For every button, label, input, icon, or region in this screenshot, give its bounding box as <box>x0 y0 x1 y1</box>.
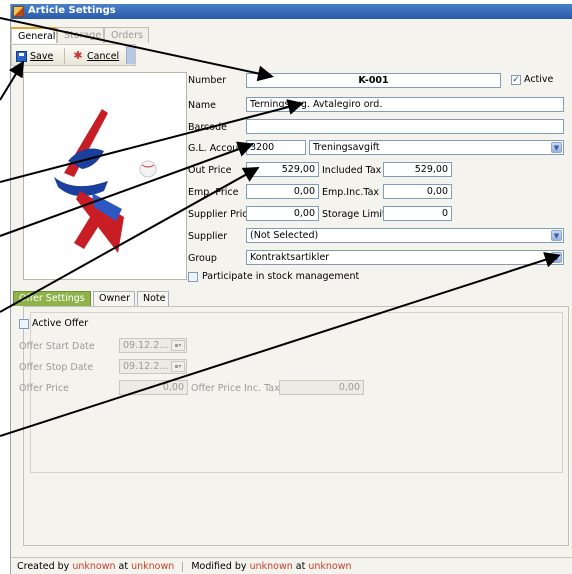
status-separator <box>182 561 184 572</box>
offer-price-inc-tax-label: Offer Price Inc. Tax <box>191 383 280 394</box>
offer-price-label: Offer Price <box>19 383 69 394</box>
tab-owner[interactable]: Owner <box>93 291 135 306</box>
group-select[interactable]: Kontraktsartikler ▼ <box>246 250 564 265</box>
included-tax-input[interactable]: 529,00 <box>383 162 452 177</box>
active-offer-label: Active Offer <box>32 318 89 329</box>
tab-note[interactable]: Note <box>137 291 169 306</box>
created-by-label: Created by <box>17 561 70 572</box>
name-input[interactable]: Terningsavg. Avtalegiro ord. <box>246 97 564 112</box>
offer-start-value: 09.12.2... <box>123 340 169 351</box>
cancel-icon: ✱ <box>73 49 83 62</box>
chevron-down-icon: ▼ <box>551 230 562 241</box>
offer-price-input[interactable]: 0,00 <box>119 380 188 395</box>
tab-storage[interactable]: Storage <box>57 27 104 43</box>
offer-start-date-input[interactable]: 09.12.2... ▪▾ <box>119 338 187 353</box>
modified-by-user: unknown <box>249 561 293 572</box>
offer-stop-date-input[interactable]: 09.12.2... ▪▾ <box>119 359 187 374</box>
active-offer-checkbox[interactable] <box>19 319 29 329</box>
out-price-input[interactable]: 529,00 <box>246 162 319 177</box>
number-input[interactable]: K-001 <box>246 73 501 88</box>
tab-orders[interactable]: Orders <box>104 27 149 43</box>
gl-account-select[interactable]: Treningsavgift ▼ <box>309 140 564 155</box>
gl-account-label: G.L. Account <box>188 143 249 154</box>
offer-settings-panel: Active Offer Offer Start Date 09.12.2...… <box>19 306 569 546</box>
number-label: Number <box>188 75 227 86</box>
calendar-icon: ▪▾ <box>171 361 185 372</box>
title-bar: Article Settings <box>11 4 572 19</box>
modified-at-label: at <box>295 561 306 572</box>
save-label: Save <box>30 50 54 62</box>
active-checkbox[interactable]: ✓ <box>511 75 521 85</box>
baseball-logo-image <box>54 109 157 253</box>
created-at-value: unknown <box>131 561 175 572</box>
toolbar-overflow-button[interactable] <box>126 46 135 64</box>
supplier-value: (Not Selected) <box>250 230 319 241</box>
supplier-label: Supplier <box>188 231 228 242</box>
cancel-button[interactable]: ✱ Cancel <box>72 48 119 64</box>
cancel-label: Cancel <box>87 50 120 62</box>
emp-inc-tax-input[interactable]: 0,00 <box>383 184 452 199</box>
created-by-user: unknown <box>72 561 116 572</box>
supplier-price-input[interactable]: 0,00 <box>246 206 319 221</box>
name-label: Name <box>188 100 217 111</box>
group-label: Group <box>188 253 217 264</box>
calendar-icon: ▪▾ <box>171 340 185 351</box>
barcode-label: Barcode <box>188 122 227 133</box>
window-title: Article Settings <box>28 5 116 16</box>
tab-general[interactable]: General <box>11 27 57 43</box>
app-icon <box>13 6 24 17</box>
offer-start-label: Offer Start Date <box>19 341 95 352</box>
stock-management-checkbox[interactable] <box>188 272 198 282</box>
status-bar: Created by unknown at unknown Modified b… <box>11 557 572 574</box>
active-label: Active <box>524 74 554 85</box>
offer-stop-value: 09.12.2... <box>123 361 169 372</box>
article-settings-window: Article Settings General Storage Orders … <box>10 4 572 574</box>
supplier-price-label: Supplier Price <box>188 209 254 220</box>
offer-price-inc-tax-input[interactable]: 0,00 <box>279 380 364 395</box>
stock-management-label: Participate in stock management <box>202 271 360 282</box>
toolbar: Save ✱ Cancel <box>11 44 136 66</box>
chevron-down-icon: ▼ <box>551 142 562 153</box>
storage-limit-label: Storage Limit <box>322 209 386 220</box>
gl-account-name: Treningsavgift <box>313 142 380 153</box>
included-tax-label: Included Tax <box>322 165 382 176</box>
created-at-label: at <box>118 561 129 572</box>
toolbar-separator <box>64 48 65 64</box>
modified-at-value: unknown <box>308 561 352 572</box>
gl-account-code-input[interactable]: 3200 <box>246 140 306 155</box>
chevron-down-icon: ▼ <box>551 252 562 263</box>
modified-by-label: Modified by <box>191 561 247 572</box>
offer-stop-label: Offer Stop Date <box>19 362 94 373</box>
save-icon <box>16 50 27 62</box>
storage-limit-input[interactable]: 0 <box>383 206 452 221</box>
supplier-select[interactable]: (Not Selected) ▼ <box>246 228 564 243</box>
emp-price-label: Emp. Price <box>188 187 239 198</box>
out-price-label: Out Price <box>188 165 232 176</box>
barcode-input[interactable] <box>246 119 564 134</box>
group-value: Kontraktsartikler <box>250 252 330 263</box>
article-image[interactable] <box>23 72 187 280</box>
tab-offer-settings[interactable]: Offer Settings <box>13 291 91 306</box>
save-button[interactable]: Save <box>16 48 53 64</box>
emp-inc-tax-label: Emp.Inc.Tax <box>322 187 380 198</box>
emp-price-input[interactable]: 0,00 <box>246 184 319 199</box>
offer-group: Active Offer Offer Start Date 09.12.2...… <box>19 312 563 473</box>
